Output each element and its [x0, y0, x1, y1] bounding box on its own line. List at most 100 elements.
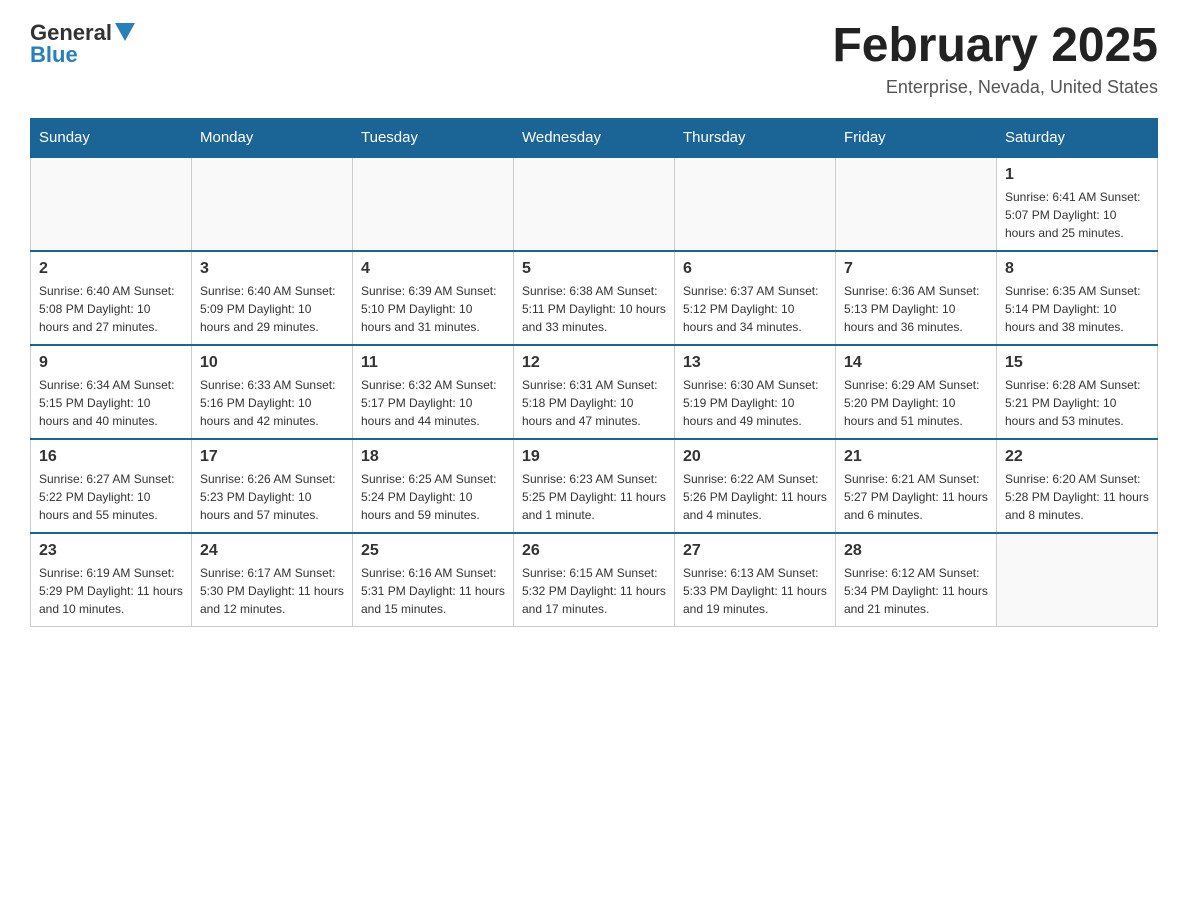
- calendar-cell: [514, 157, 675, 251]
- calendar-week-row: 23Sunrise: 6:19 AM Sunset: 5:29 PM Dayli…: [31, 533, 1158, 627]
- day-number: 11: [361, 354, 505, 372]
- logo: General Blue: [30, 20, 135, 68]
- day-info: Sunrise: 6:22 AM Sunset: 5:26 PM Dayligh…: [683, 470, 827, 524]
- day-info: Sunrise: 6:25 AM Sunset: 5:24 PM Dayligh…: [361, 470, 505, 524]
- calendar-cell: 22 Sunrise: 6:20 AM Sunset: 5:28 PM Dayli…: [997, 439, 1158, 533]
- day-info: Sunrise: 6:30 AM Sunset: 5:19 PM Dayligh…: [683, 376, 827, 430]
- day-number: 27: [683, 542, 827, 560]
- day-info: Sunrise: 6:41 AM Sunset: 5:07 PM Dayligh…: [1005, 188, 1149, 242]
- calendar-cell: 16Sunrise: 6:27 AM Sunset: 5:22 PM Dayli…: [31, 439, 192, 533]
- day-info: Sunrise: 6:37 AM Sunset: 5:12 PM Dayligh…: [683, 282, 827, 336]
- day-info: Sunrise: 6:35 AM Sunset: 5:14 PM Dayligh…: [1005, 282, 1149, 336]
- day-number: 21: [844, 448, 988, 466]
- day-info: Sunrise: 6:27 AM Sunset: 5:22 PM Dayligh…: [39, 470, 183, 524]
- day-info: Sunrise: 6:39 AM Sunset: 5:10 PM Dayligh…: [361, 282, 505, 336]
- calendar-table: SundayMondayTuesdayWednesdayThursdayFrid…: [30, 118, 1158, 627]
- calendar-cell: 8 Sunrise: 6:35 AM Sunset: 5:14 PM Daylig…: [997, 251, 1158, 345]
- day-info: Sunrise: 6:28 AM Sunset: 5:21 PM Dayligh…: [1005, 376, 1149, 430]
- calendar-cell: 10Sunrise: 6:33 AM Sunset: 5:16 PM Dayli…: [192, 345, 353, 439]
- calendar-cell: 26 Sunrise: 6:15 AM Sunset: 5:32 PM Dayli…: [514, 533, 675, 627]
- calendar-cell: 28 Sunrise: 6:12 AM Sunset: 5:34 PM Dayli…: [836, 533, 997, 627]
- day-number: 10: [200, 354, 344, 372]
- day-number: 2: [39, 260, 183, 278]
- day-info: Sunrise: 6:36 AM Sunset: 5:13 PM Dayligh…: [844, 282, 988, 336]
- calendar-header-thursday: Thursday: [675, 118, 836, 157]
- page-subtitle: Enterprise, Nevada, United States: [832, 77, 1158, 98]
- calendar-cell: [675, 157, 836, 251]
- day-number: 26: [522, 542, 666, 560]
- day-number: 3: [200, 260, 344, 278]
- calendar-cell: 21 Sunrise: 6:21 AM Sunset: 5:27 PM Dayli…: [836, 439, 997, 533]
- day-info: Sunrise: 6:26 AM Sunset: 5:23 PM Dayligh…: [200, 470, 344, 524]
- day-number: 9: [39, 354, 183, 372]
- day-info: Sunrise: 6:20 AM Sunset: 5:28 PM Dayligh…: [1005, 470, 1149, 524]
- calendar-cell: 5 Sunrise: 6:38 AM Sunset: 5:11 PM Daylig…: [514, 251, 675, 345]
- day-info: Sunrise: 6:12 AM Sunset: 5:34 PM Dayligh…: [844, 564, 988, 618]
- day-number: 13: [683, 354, 827, 372]
- calendar-week-row: 16Sunrise: 6:27 AM Sunset: 5:22 PM Dayli…: [31, 439, 1158, 533]
- calendar-cell: 19 Sunrise: 6:23 AM Sunset: 5:25 PM Dayli…: [514, 439, 675, 533]
- day-number: 1: [1005, 166, 1149, 184]
- page-header: General Blue February 2025 Enterprise, N…: [30, 20, 1158, 98]
- calendar-header-sunday: Sunday: [31, 118, 192, 157]
- calendar-cell: [997, 533, 1158, 627]
- day-number: 7: [844, 260, 988, 278]
- calendar-cell: 25 Sunrise: 6:16 AM Sunset: 5:31 PM Dayli…: [353, 533, 514, 627]
- day-number: 25: [361, 542, 505, 560]
- day-info: Sunrise: 6:21 AM Sunset: 5:27 PM Dayligh…: [844, 470, 988, 524]
- day-info: Sunrise: 6:31 AM Sunset: 5:18 PM Dayligh…: [522, 376, 666, 430]
- day-number: 20: [683, 448, 827, 466]
- logo-triangle-icon: [115, 23, 135, 46]
- day-info: Sunrise: 6:23 AM Sunset: 5:25 PM Dayligh…: [522, 470, 666, 524]
- day-number: 18: [361, 448, 505, 466]
- day-number: 6: [683, 260, 827, 278]
- page-title: February 2025: [832, 20, 1158, 73]
- calendar-header-friday: Friday: [836, 118, 997, 157]
- day-info: Sunrise: 6:17 AM Sunset: 5:30 PM Dayligh…: [200, 564, 344, 618]
- calendar-cell: [836, 157, 997, 251]
- calendar-cell: 7 Sunrise: 6:36 AM Sunset: 5:13 PM Daylig…: [836, 251, 997, 345]
- calendar-week-row: 9 Sunrise: 6:34 AM Sunset: 5:15 PM Daylig…: [31, 345, 1158, 439]
- calendar-cell: [353, 157, 514, 251]
- calendar-header-wednesday: Wednesday: [514, 118, 675, 157]
- calendar-header-monday: Monday: [192, 118, 353, 157]
- calendar-header-row: SundayMondayTuesdayWednesdayThursdayFrid…: [31, 118, 1158, 157]
- calendar-week-row: 2 Sunrise: 6:40 AM Sunset: 5:08 PM Daylig…: [31, 251, 1158, 345]
- day-info: Sunrise: 6:15 AM Sunset: 5:32 PM Dayligh…: [522, 564, 666, 618]
- day-number: 12: [522, 354, 666, 372]
- calendar-cell: 9 Sunrise: 6:34 AM Sunset: 5:15 PM Daylig…: [31, 345, 192, 439]
- calendar-cell: 11 Sunrise: 6:32 AM Sunset: 5:17 PM Dayli…: [353, 345, 514, 439]
- calendar-cell: 1 Sunrise: 6:41 AM Sunset: 5:07 PM Daylig…: [997, 157, 1158, 251]
- day-number: 19: [522, 448, 666, 466]
- day-info: Sunrise: 6:32 AM Sunset: 5:17 PM Dayligh…: [361, 376, 505, 430]
- logo-blue-text: Blue: [30, 42, 78, 68]
- day-number: 24: [200, 542, 344, 560]
- day-info: Sunrise: 6:40 AM Sunset: 5:08 PM Dayligh…: [39, 282, 183, 336]
- calendar-cell: 24 Sunrise: 6:17 AM Sunset: 5:30 PM Dayli…: [192, 533, 353, 627]
- day-number: 4: [361, 260, 505, 278]
- day-number: 8: [1005, 260, 1149, 278]
- day-number: 22: [1005, 448, 1149, 466]
- calendar-cell: 4 Sunrise: 6:39 AM Sunset: 5:10 PM Daylig…: [353, 251, 514, 345]
- calendar-cell: [31, 157, 192, 251]
- day-number: 5: [522, 260, 666, 278]
- calendar-cell: 14 Sunrise: 6:29 AM Sunset: 5:20 PM Dayli…: [836, 345, 997, 439]
- calendar-cell: 18 Sunrise: 6:25 AM Sunset: 5:24 PM Dayli…: [353, 439, 514, 533]
- day-info: Sunrise: 6:34 AM Sunset: 5:15 PM Dayligh…: [39, 376, 183, 430]
- day-number: 28: [844, 542, 988, 560]
- day-info: Sunrise: 6:29 AM Sunset: 5:20 PM Dayligh…: [844, 376, 988, 430]
- day-info: Sunrise: 6:40 AM Sunset: 5:09 PM Dayligh…: [200, 282, 344, 336]
- day-info: Sunrise: 6:16 AM Sunset: 5:31 PM Dayligh…: [361, 564, 505, 618]
- day-info: Sunrise: 6:19 AM Sunset: 5:29 PM Dayligh…: [39, 564, 183, 618]
- calendar-cell: 3 Sunrise: 6:40 AM Sunset: 5:09 PM Daylig…: [192, 251, 353, 345]
- calendar-cell: [192, 157, 353, 251]
- calendar-cell: 27Sunrise: 6:13 AM Sunset: 5:33 PM Dayli…: [675, 533, 836, 627]
- day-number: 15: [1005, 354, 1149, 372]
- calendar-cell: 20 Sunrise: 6:22 AM Sunset: 5:26 PM Dayli…: [675, 439, 836, 533]
- calendar-cell: 17Sunrise: 6:26 AM Sunset: 5:23 PM Dayli…: [192, 439, 353, 533]
- day-number: 14: [844, 354, 988, 372]
- calendar-cell: 15 Sunrise: 6:28 AM Sunset: 5:21 PM Dayli…: [997, 345, 1158, 439]
- title-block: February 2025 Enterprise, Nevada, United…: [832, 20, 1158, 98]
- day-info: Sunrise: 6:38 AM Sunset: 5:11 PM Dayligh…: [522, 282, 666, 336]
- calendar-header-tuesday: Tuesday: [353, 118, 514, 157]
